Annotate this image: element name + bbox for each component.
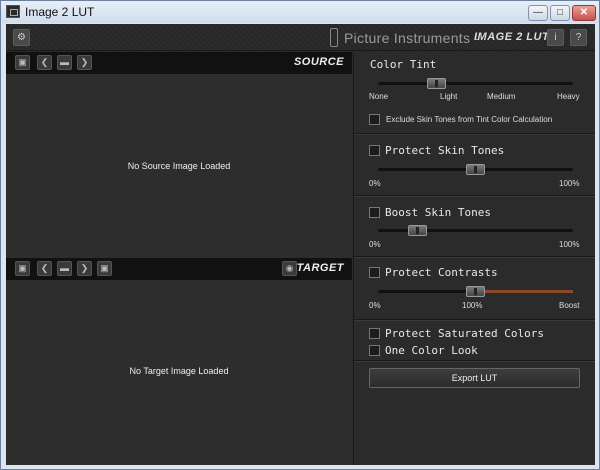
title-bar[interactable]: Image 2 LUT — □ ✕ <box>1 1 599 23</box>
source-next-icon[interactable]: ❯ <box>77 55 92 70</box>
window-title: Image 2 LUT <box>25 5 95 19</box>
color-tint-slider-track[interactable] <box>378 78 573 89</box>
app-client: ⚙ Picture Instruments - IMAGE 2 LUT i ? … <box>6 24 595 465</box>
image-panels: ▣ ❮ ▬ ❯ SOURCE No Source Image Loaded ▣ … <box>6 52 352 465</box>
app-window: Image 2 LUT — □ ✕ ⚙ Picture Instruments … <box>0 0 600 470</box>
color-tint-tick-medium: Medium <box>487 92 516 101</box>
color-options-section: Protect Saturated Colors One Color Look <box>354 320 595 361</box>
protect-contrasts-slider-track[interactable] <box>378 286 573 297</box>
settings-panel: Color Tint None Light Medium Heavy Exclu… <box>353 52 595 465</box>
settings-icon[interactable]: ⚙ <box>13 29 30 46</box>
color-tint-title: Color Tint <box>370 58 437 71</box>
color-tint-section: Color Tint None Light Medium Heavy Exclu… <box>354 52 595 134</box>
protect-contrasts-boost-fill <box>475 290 573 293</box>
protect-skin-checkbox[interactable] <box>369 145 380 156</box>
info-button[interactable]: i <box>547 29 564 46</box>
top-toolbar: ⚙ Picture Instruments - IMAGE 2 LUT i ? <box>6 24 595 51</box>
target-next-icon[interactable]: ❯ <box>77 261 92 276</box>
color-tint-slider-knob[interactable] <box>427 78 446 89</box>
source-prev-icon[interactable]: ❮ <box>37 55 52 70</box>
boost-skin-label: Boost Skin Tones <box>385 206 491 219</box>
target-header: ▣ ❮ ▬ ❯ ▣ ◉ TARGET <box>6 258 352 280</box>
export-lut-button[interactable]: Export LUT <box>369 368 580 388</box>
source-label: SOURCE <box>293 56 344 68</box>
boost-skin-checkbox[interactable] <box>369 207 380 218</box>
app-icon <box>6 5 20 18</box>
exclude-skin-checkbox[interactable] <box>369 114 380 125</box>
source-empty-message: No Source Image Loaded <box>127 161 231 171</box>
source-header: ▣ ❮ ▬ ❯ SOURCE <box>6 52 352 74</box>
protect-skin-min: 0% <box>369 179 381 188</box>
protect-skin-section: Protect Skin Tones 0% 100% <box>354 134 595 196</box>
protect-saturated-label: Protect Saturated Colors <box>385 327 544 340</box>
boost-skin-min: 0% <box>369 240 381 249</box>
source-save-icon[interactable]: ▣ <box>15 55 30 70</box>
source-folder-icon[interactable]: ▬ <box>57 55 72 70</box>
target-label: TARGET <box>296 262 344 274</box>
minimize-button[interactable]: — <box>528 5 548 21</box>
eye-icon[interactable]: ◉ <box>282 261 297 276</box>
color-tint-tick-light: Light <box>440 92 458 101</box>
brand-logo-icon <box>330 28 338 47</box>
protect-skin-slider-track[interactable] <box>378 164 573 175</box>
protect-contrasts-checkbox[interactable] <box>369 267 380 278</box>
protect-contrasts-max: Boost <box>559 301 580 310</box>
one-color-look-checkbox[interactable] <box>369 345 380 356</box>
protect-contrasts-slider-knob[interactable] <box>466 286 485 297</box>
target-export-icon[interactable]: ▣ <box>97 261 112 276</box>
help-button[interactable]: ? <box>570 29 587 46</box>
protect-skin-label: Protect Skin Tones <box>385 144 505 157</box>
target-empty-message: No Target Image Loaded <box>129 366 229 376</box>
protect-saturated-checkbox[interactable] <box>369 328 380 339</box>
color-tint-tick-none: None <box>369 92 389 101</box>
boost-skin-slider-track[interactable] <box>378 225 573 236</box>
protect-contrasts-min: 0% <box>369 301 381 310</box>
protect-contrasts-mid: 100% <box>462 301 483 310</box>
brand-name: Picture Instruments - <box>344 30 480 46</box>
target-prev-icon[interactable]: ❮ <box>37 261 52 276</box>
protect-skin-max: 100% <box>559 179 580 188</box>
maximize-button[interactable]: □ <box>550 5 570 21</box>
target-image-area[interactable]: No Target Image Loaded <box>6 280 352 465</box>
protect-skin-slider-knob[interactable] <box>466 164 485 175</box>
brand-product: IMAGE 2 LUT <box>474 31 550 43</box>
close-button[interactable]: ✕ <box>572 5 596 21</box>
source-image-area[interactable]: No Source Image Loaded <box>6 74 352 258</box>
exclude-skin-label: Exclude Skin Tones from Tint Color Calcu… <box>386 115 553 124</box>
boost-skin-max: 100% <box>559 240 580 249</box>
color-tint-tick-heavy: Heavy <box>557 92 580 101</box>
boost-skin-section: Boost Skin Tones 0% 100% <box>354 196 595 257</box>
boost-skin-slider-knob[interactable] <box>407 225 427 236</box>
target-save-icon[interactable]: ▣ <box>15 261 30 276</box>
protect-contrasts-label: Protect Contrasts <box>385 266 498 279</box>
protect-contrasts-section: Protect Contrasts 0% 100% Boost <box>354 257 595 320</box>
target-folder-icon[interactable]: ▬ <box>57 261 72 276</box>
one-color-look-label: One Color Look <box>385 344 478 357</box>
